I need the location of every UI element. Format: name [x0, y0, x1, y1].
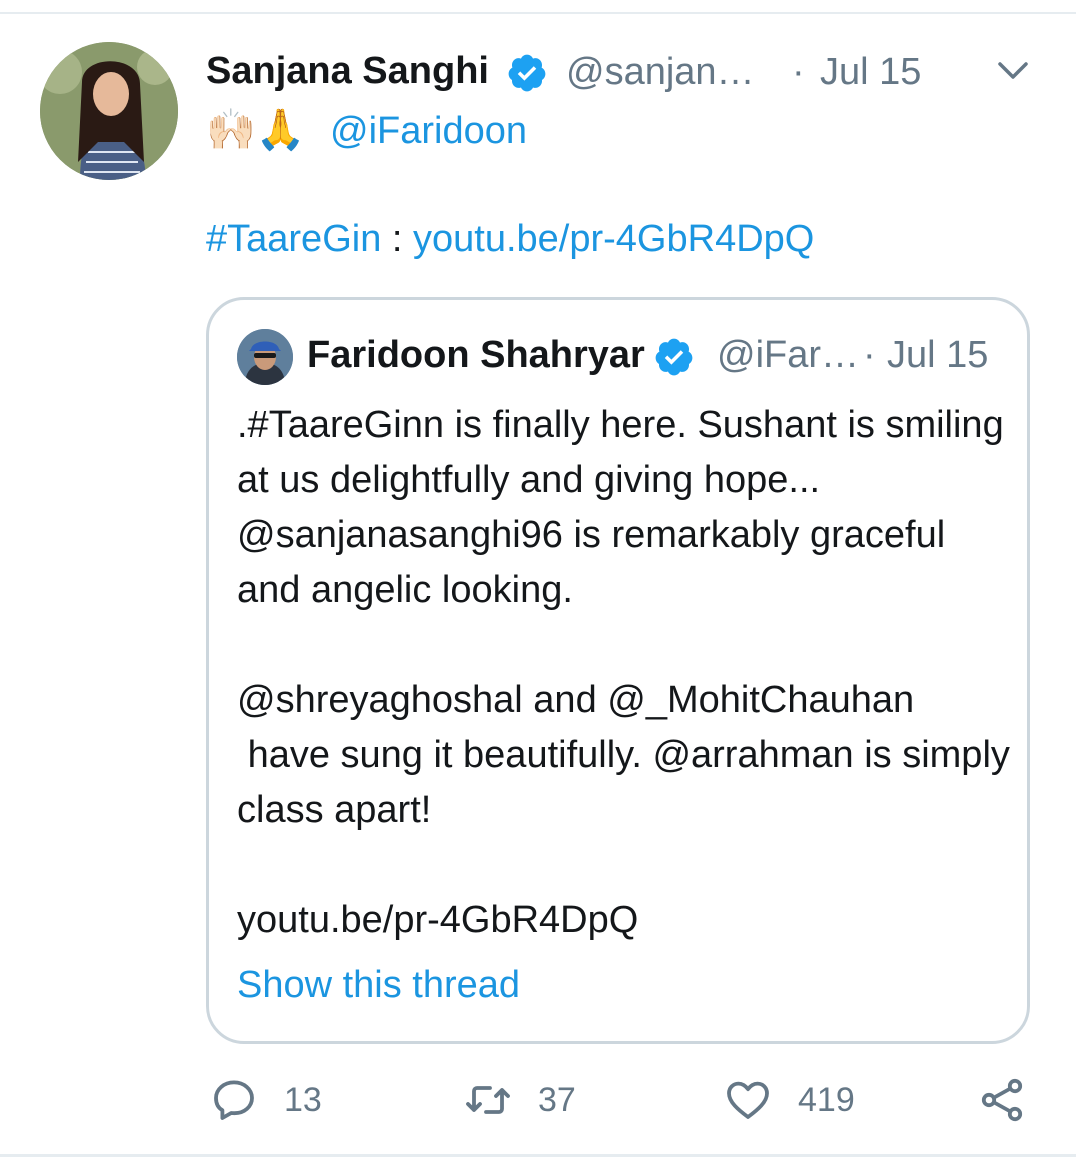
hashtag-link[interactable]: #TaareGin	[206, 218, 381, 260]
top-divider	[0, 12, 1076, 14]
reply-count: 13	[284, 1080, 322, 1119]
tweet-action-bar: 13 37 419	[206, 1072, 1036, 1128]
share-button[interactable]	[978, 1072, 1026, 1128]
bottom-divider	[0, 1154, 1076, 1157]
mention-link[interactable]: @iFaridoon	[330, 110, 527, 153]
quoted-tweet-date[interactable]: Jul 15	[887, 334, 988, 377]
retweet-icon	[466, 1086, 510, 1114]
tweet-header: Sanjana Sanghi @sanjan… · Jul 15	[206, 44, 1046, 100]
youtube-link[interactable]: youtu.be/pr-4GbR4DpQ	[413, 218, 814, 260]
quoted-author-name[interactable]: Faridoon Shahryar	[307, 334, 645, 377]
quoted-paragraph: .#TaareGinn is finally here. Sushant is …	[237, 404, 1015, 611]
heart-icon	[727, 1081, 769, 1119]
reply-button[interactable]: 13	[210, 1072, 322, 1128]
retweet-button[interactable]: 37	[464, 1072, 576, 1128]
tweet-date[interactable]: Jul 15	[820, 51, 921, 94]
reply-icon	[214, 1080, 254, 1120]
quoted-author-avatar	[237, 329, 293, 385]
quoted-paragraph: @shreyaghoshal and @_MohitChauhan have s…	[237, 679, 1010, 831]
quoted-tweet-card[interactable]: Faridoon Shahryar @iFar… · Jul 15 .#Taar…	[206, 297, 1030, 1044]
like-button[interactable]: 419	[724, 1072, 855, 1128]
author-handle[interactable]: @sanjan…	[566, 51, 766, 94]
emoji-text: 🙌🏻🙏	[206, 107, 306, 153]
quoted-tweet-body: .#TaareGinn is finally here. Sushant is …	[237, 398, 1017, 948]
quoted-link[interactable]: youtu.be/pr-4GbR4DpQ	[237, 893, 1017, 948]
retweet-count: 37	[538, 1080, 576, 1119]
separator-dot: ·	[792, 51, 805, 93]
author-avatar[interactable]	[40, 42, 178, 180]
like-count: 419	[798, 1080, 855, 1119]
chevron-down-icon[interactable]	[996, 58, 1030, 84]
tweet-text-line2: #TaareGin : youtu.be/pr-4GbR4DpQ	[206, 218, 814, 261]
show-thread-link[interactable]: Show this thread	[237, 964, 520, 1007]
quoted-author-handle[interactable]: @iFar…	[717, 334, 859, 377]
verified-badge-icon	[508, 54, 546, 92]
verified-badge-icon	[655, 338, 693, 376]
colon-text: :	[381, 218, 414, 260]
share-icon	[981, 1078, 1023, 1122]
author-name[interactable]: Sanjana Sanghi	[206, 50, 489, 93]
separator-dot: ·	[863, 334, 876, 376]
